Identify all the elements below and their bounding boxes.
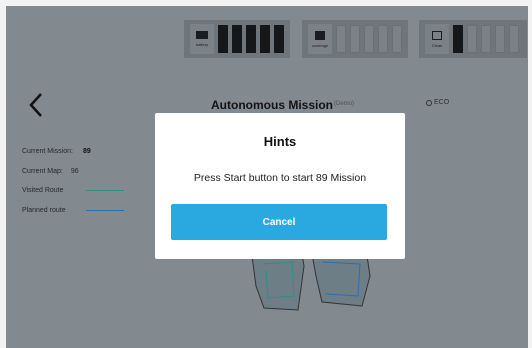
- coverage-icon: coverage: [308, 24, 332, 54]
- coverage-bar: [336, 25, 346, 53]
- coverage-status: coverage: [302, 20, 408, 58]
- hints-dialog: Hints Press Start button to start 89 Mis…: [155, 113, 405, 259]
- dialog-title: Hints: [263, 134, 297, 149]
- battery-bar: [274, 25, 284, 53]
- clean-bar: [467, 25, 477, 53]
- page-subtitle: (Demo): [334, 101, 355, 107]
- coverage-bar: [378, 25, 388, 53]
- current-mission-value: 89: [82, 148, 91, 155]
- page-title: Autonomous Mission: [211, 98, 333, 112]
- clean-bar: [509, 25, 519, 53]
- battery-bar: [246, 25, 256, 53]
- battery-bar: [232, 25, 242, 53]
- current-mission-label: Current Mission:: [22, 148, 73, 155]
- battery-label: battery: [195, 42, 209, 47]
- current-map-value: 96: [70, 168, 79, 175]
- clean-status: Clean: [419, 20, 527, 58]
- coverage-label: coverage: [311, 42, 329, 48]
- mode-icon: [426, 99, 432, 106]
- visited-route-swatch: [86, 190, 124, 191]
- clean-label: Clean: [431, 42, 443, 48]
- cancel-button[interactable]: Cancel: [171, 204, 387, 240]
- battery-status: battery: [184, 20, 290, 58]
- mode-label: ECO: [434, 99, 450, 106]
- current-map-label: Current Map:: [22, 168, 63, 175]
- clean-bar: [495, 25, 505, 53]
- mode-indicator[interactable]: ECO: [426, 99, 449, 106]
- back-chevron-icon[interactable]: [26, 91, 48, 119]
- battery-icon: battery: [190, 24, 214, 54]
- visited-route-label: Visited Route: [22, 187, 64, 194]
- battery-bar: [260, 25, 270, 53]
- dialog-message: Press Start button to start 89 Mission: [193, 172, 367, 184]
- visited-route-legend: Visited Route: [22, 187, 64, 194]
- coverage-bar: [350, 25, 360, 53]
- coverage-bar: [364, 25, 374, 53]
- current-map-row: Current Map: 96: [22, 168, 79, 175]
- clean-icon: Clean: [425, 24, 449, 54]
- clean-bar: [453, 25, 463, 53]
- app-screen: battery coverage Clean Autonomous Missio: [6, 6, 528, 348]
- planned-route-swatch: [86, 210, 124, 211]
- clean-bar: [481, 25, 491, 53]
- battery-bar: [218, 25, 228, 53]
- coverage-bar: [392, 25, 402, 53]
- planned-route-label: Planned route: [22, 207, 66, 214]
- current-mission-row: Current Mission: 89: [22, 148, 91, 155]
- planned-route-legend: Planned route: [22, 207, 66, 214]
